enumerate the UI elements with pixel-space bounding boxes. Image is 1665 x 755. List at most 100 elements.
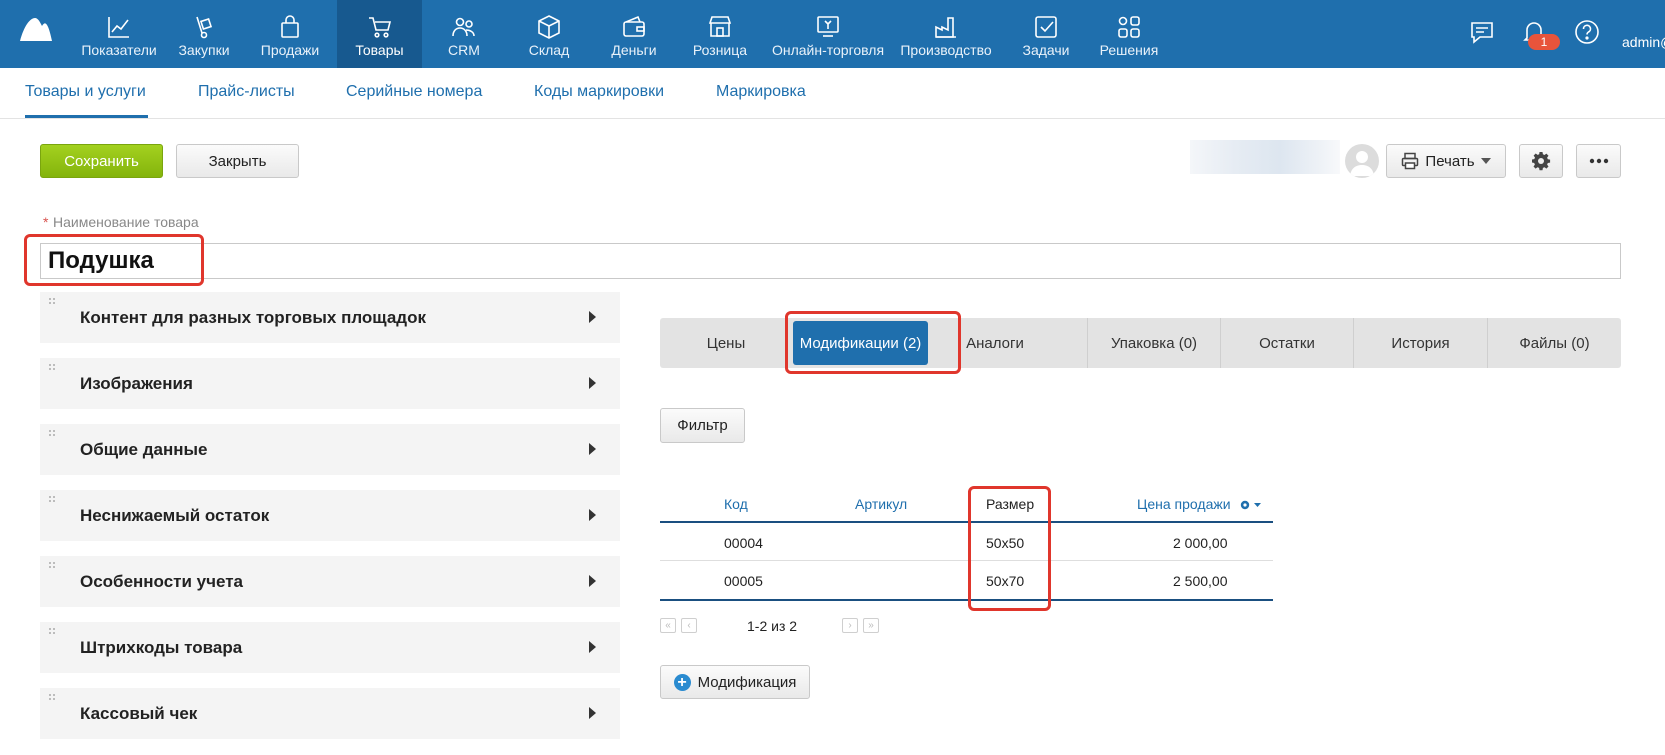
drag-handle-icon[interactable] [48,363,56,373]
printer-icon [1402,152,1419,170]
expand-arrow-icon [589,509,596,521]
cell-price: 2 500,00 [1173,573,1228,589]
section-title: Общие данные [80,440,208,459]
more-dots-icon [1589,158,1608,164]
table-bottom-line [660,599,1273,601]
cell-size: 50x50 [986,535,1025,551]
print-button[interactable]: Печать [1386,144,1506,178]
drag-handle-icon[interactable] [48,297,56,307]
tab-packaging[interactable]: Упаковка (0) [1087,318,1220,368]
subnav-products-services[interactable]: Товары и услуги [25,83,146,101]
column-header-code[interactable]: Код [724,496,748,512]
close-button[interactable]: Закрыть [176,144,299,178]
avatar[interactable] [1345,144,1379,178]
nav-item-solutions[interactable]: Решения [1094,0,1164,68]
expand-arrow-icon [589,641,596,653]
section-marketplace-content[interactable]: Контент для разных торговых площадок [40,292,620,343]
tab-stock[interactable]: Остатки [1220,318,1353,368]
nav-item-warehouse[interactable]: Склад [515,0,583,68]
nav-label: Товары [355,42,404,58]
section-accounting-features[interactable]: Особенности учета [40,556,620,607]
caret-down-icon [1480,158,1491,164]
settings-button[interactable] [1519,144,1563,178]
app-logo[interactable] [18,14,54,44]
subnav-marking-codes[interactable]: Коды маркировки [534,83,664,101]
nav-item-tasks[interactable]: Задачи [1012,0,1080,68]
help-icon[interactable] [1573,18,1601,46]
filter-button[interactable]: Фильтр [660,408,745,443]
section-min-stock[interactable]: Неснижаемый остаток [40,490,620,541]
tab-history[interactable]: История [1353,318,1487,368]
nav-label: Показатели [81,42,157,58]
expand-arrow-icon [589,443,596,455]
required-marker: * [43,214,49,230]
first-page-icon[interactable]: « [660,618,676,633]
more-actions-button[interactable] [1576,144,1621,178]
nav-label: Продажи [260,42,320,58]
nav-item-sales[interactable]: Продажи [250,0,330,68]
column-header-article[interactable]: Артикул [855,496,907,512]
section-general-data[interactable]: Общие данные [40,424,620,475]
nav-label: Решения [1099,42,1159,58]
drag-handle-icon[interactable] [48,429,56,439]
last-page-icon[interactable]: » [863,618,879,633]
drag-handle-icon[interactable] [48,495,56,505]
nav-item-crm[interactable]: CRM [430,0,498,68]
nav-item-online-trade[interactable]: Онлайн-торговля [768,0,888,68]
nav-label: Закупки [178,42,230,58]
section-title: Особенности учета [80,572,244,591]
add-modification-button[interactable]: + Модификация [660,665,810,699]
column-header-sale-price[interactable]: Цена продажи [1137,496,1231,512]
sub-navigation: Товары и услуги Прайс-листы Серийные ном… [0,68,1665,119]
box-icon [538,15,560,39]
subnav-serial-numbers[interactable]: Серийные номера [346,83,482,101]
subnav-price-lists[interactable]: Прайс-листы [198,83,295,101]
product-name-label: Наименование товара [53,214,199,230]
user-menu[interactable]: admin@ [1622,34,1665,50]
section-images[interactable]: Изображения [40,358,620,409]
nav-item-money[interactable]: Деньги [600,0,668,68]
tab-prices[interactable]: Цены [660,318,792,368]
users-icon [452,17,475,37]
tab-modifications[interactable]: Модификации (2) [793,321,928,365]
nav-item-purchases[interactable]: Закупки [170,0,238,68]
apps-grid-icon [1118,16,1140,38]
online-shop-icon [817,16,839,37]
cell-code[interactable]: 00005 [724,573,763,589]
cell-size: 50x70 [986,573,1025,589]
expand-arrow-icon [589,311,596,323]
nav-item-indicators[interactable]: Показатели [78,0,160,68]
section-barcodes[interactable]: Штрихкоды товара [40,622,620,673]
tab-files[interactable]: Файлы (0) [1487,318,1621,368]
drag-handle-icon[interactable] [48,561,56,571]
notification-badge: 1 [1528,34,1560,50]
nav-item-production[interactable]: Производство [898,0,994,68]
subnav-marking[interactable]: Маркировка [716,83,806,101]
tab-analogs[interactable]: Аналоги [943,318,1047,368]
save-button[interactable]: Сохранить [40,144,163,178]
prev-page-icon[interactable]: ‹ [681,618,697,633]
column-settings-icon[interactable] [1239,499,1263,511]
nav-label: Розница [692,42,748,58]
next-page-icon[interactable]: › [842,618,858,633]
product-name-input[interactable]: Подушка [40,243,1621,279]
nav-label: Задачи [1022,42,1070,58]
expand-arrow-icon [589,575,596,587]
drag-handle-icon[interactable] [48,627,56,637]
nav-item-retail[interactable]: Розница [684,0,756,68]
expand-arrow-icon [589,707,596,719]
drag-handle-icon[interactable] [48,693,56,703]
row-divider [660,560,1273,561]
user-avatar-icon [1350,151,1374,176]
column-header-size[interactable]: Размер [986,496,1034,512]
task-check-icon [1035,16,1057,38]
section-cash-receipt[interactable]: Кассовый чек [40,688,620,739]
nav-item-products[interactable]: Товары [337,0,422,68]
blurred-owner-info [1190,140,1340,174]
gear-icon [1532,152,1551,171]
nav-label: Склад [528,42,570,58]
nav-label: Деньги [611,42,657,58]
cell-code[interactable]: 00004 [724,535,763,551]
section-title: Контент для разных торговых площадок [80,308,426,327]
chat-icon[interactable] [1468,18,1496,46]
